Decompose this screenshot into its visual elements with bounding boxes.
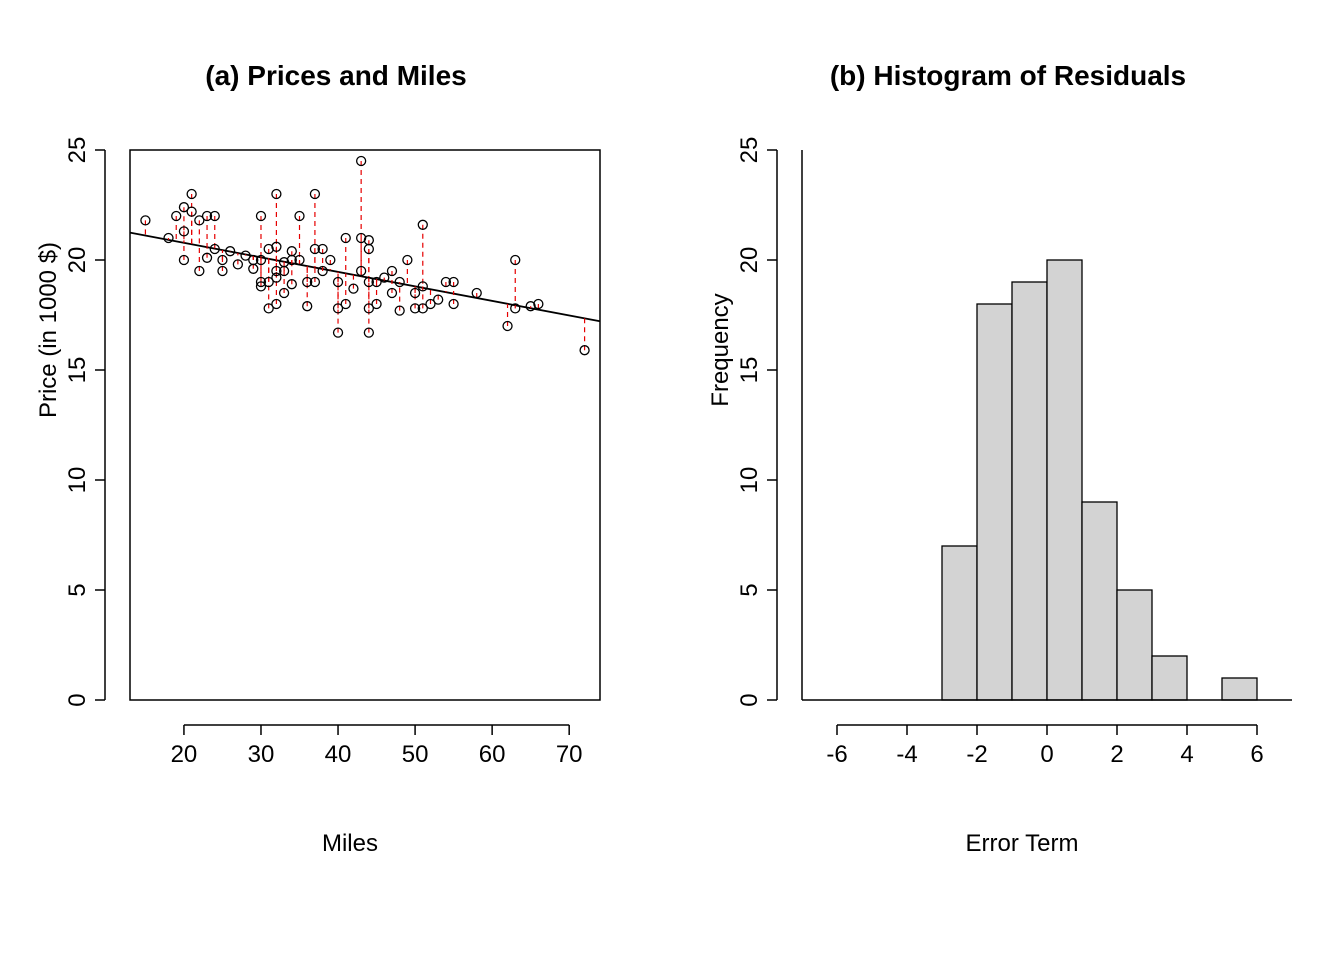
svg-text:-4: -4 bbox=[896, 741, 917, 768]
svg-text:5: 5 bbox=[736, 583, 763, 596]
svg-text:50: 50 bbox=[402, 741, 429, 768]
svg-text:-2: -2 bbox=[966, 741, 987, 768]
svg-text:15: 15 bbox=[64, 357, 91, 384]
svg-text:70: 70 bbox=[556, 741, 583, 768]
svg-text:4: 4 bbox=[1180, 741, 1193, 768]
svg-text:2: 2 bbox=[1110, 741, 1123, 768]
svg-text:40: 40 bbox=[325, 741, 352, 768]
svg-text:25: 25 bbox=[736, 137, 763, 164]
svg-text:15: 15 bbox=[736, 357, 763, 384]
scatter-plot: 20 30 40 50 60 70 0 5 10 15 20 25 bbox=[0, 0, 672, 960]
svg-text:10: 10 bbox=[64, 467, 91, 494]
svg-text:60: 60 bbox=[479, 741, 506, 768]
svg-text:0: 0 bbox=[736, 693, 763, 706]
svg-text:30: 30 bbox=[248, 741, 275, 768]
svg-text:20: 20 bbox=[171, 741, 198, 768]
svg-text:10: 10 bbox=[736, 467, 763, 494]
svg-text:25: 25 bbox=[64, 137, 91, 164]
svg-text:20: 20 bbox=[64, 247, 91, 274]
scatter-panel: (a) Prices and Miles Price (in 1000 $) M… bbox=[0, 0, 672, 960]
svg-text:5: 5 bbox=[64, 583, 91, 596]
svg-text:6: 6 bbox=[1250, 741, 1263, 768]
svg-text:20: 20 bbox=[736, 247, 763, 274]
hist-panel: (b) Histogram of Residuals Frequency Err… bbox=[672, 0, 1344, 960]
hist-plot: -6 -4 -2 0 2 4 6 0 5 10 15 20 25 bbox=[672, 0, 1344, 960]
svg-text:0: 0 bbox=[64, 693, 91, 706]
svg-text:-6: -6 bbox=[826, 741, 847, 768]
svg-text:0: 0 bbox=[1040, 741, 1053, 768]
